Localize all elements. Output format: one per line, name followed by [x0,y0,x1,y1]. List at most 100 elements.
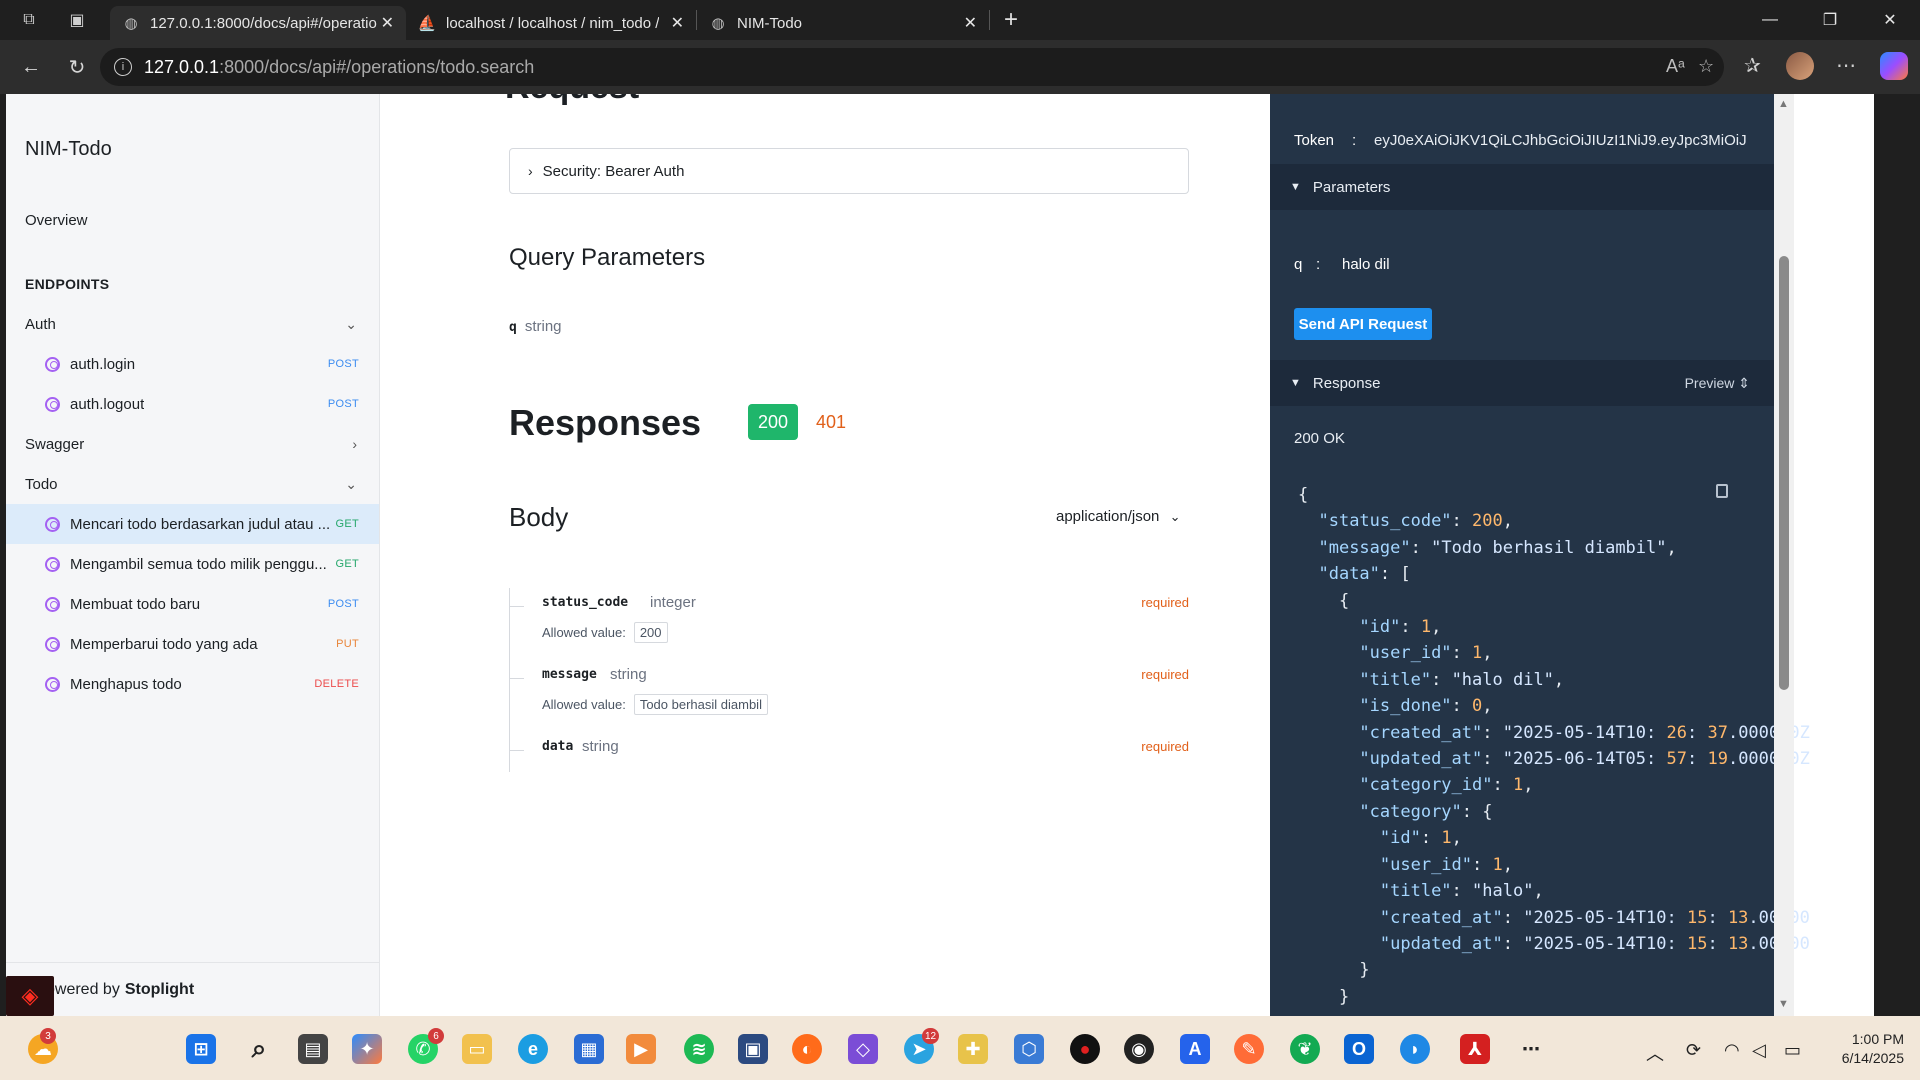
copilot-icon[interactable] [1880,52,1908,80]
globe-icon: ◍ [124,15,138,32]
firefox-icon[interactable]: ◐ [792,1034,822,1064]
parameters-header[interactable]: ▼ Parameters [1270,164,1774,210]
app-icon[interactable]: ✚ [958,1034,988,1064]
close-tab-icon[interactable]: ✕ [381,13,394,33]
copilot-taskbar-icon[interactable]: ✦ [352,1034,382,1064]
scroll-down-icon[interactable]: ▼ [1778,998,1789,1010]
json-line: "user_id": 1, [1379,854,1513,875]
outlook-icon[interactable]: O [1344,1034,1374,1064]
tab-api-docs[interactable]: ◍ 127.0.0.1:8000/docs/api#/operatio ✕ [110,6,406,40]
obs-icon[interactable]: ◉ [1124,1034,1154,1064]
wifi-icon[interactable]: ◠ [1724,1040,1740,1061]
sidebar-item-auth-login[interactable]: auth.login POST [6,344,379,384]
response-fields: status_code integer required Allowed val… [509,588,1189,772]
token-input[interactable]: eyJ0eXAiOiJKV1QiLCJhbGciOiJIUzI1NiJ9.eyJ… [1374,132,1754,149]
battery-icon[interactable]: ▭ [1784,1040,1801,1061]
extensions-icon[interactable]: ⋯ [1836,53,1856,78]
mongodb-icon[interactable]: ❦ [1290,1034,1320,1064]
operation-icon [45,516,60,532]
response-code-401-tab[interactable]: 401 [816,412,846,433]
media-player-icon[interactable]: ▶ [626,1034,656,1064]
url-field[interactable]: i 127.0.0.1:8000/docs/api#/operations/to… [100,48,1724,86]
phpmyadmin-icon: ⛵ [417,15,437,32]
profile-avatar[interactable] [1786,52,1814,80]
store-icon[interactable]: ▦ [574,1034,604,1064]
start-icon[interactable]: ⊞ [186,1034,216,1064]
laravel-debug-icon[interactable]: ◈ [6,976,54,1016]
mysql-workbench-icon[interactable]: ◗ [1400,1034,1430,1064]
method-badge: GET [335,518,359,530]
try-it-panel: Token: eyJ0eXAiOiJKV1QiLCJhbGciOiJIUzI1N… [1270,94,1810,1016]
response-code-200-tab[interactable]: 200 [748,404,798,440]
sidebar-group-auth[interactable]: Auth ⌄ [6,304,379,344]
tab-actions-icon[interactable]: ▣ [66,9,88,31]
favorites-icon[interactable]: ✰ [1744,53,1761,78]
info-icon[interactable]: i [114,58,132,76]
app-a-icon[interactable]: A [1180,1034,1210,1064]
allowed-value: Allowed value: 200 [542,622,668,643]
workspaces-icon[interactable]: ⧉ [18,9,40,31]
response-header[interactable]: ▼ Response Preview ⇕ [1270,360,1774,406]
json-line: "id": 1, [1359,617,1442,638]
param-q-input[interactable]: halo dil [1342,256,1390,273]
sidebar-item-todo-store[interactable]: Membuat todo baru POST [6,584,379,624]
spotify-icon[interactable]: ≋ [684,1034,714,1064]
operation-icon [45,636,60,652]
page-scrollbar[interactable]: ▲ ▼ [1774,94,1794,1016]
json-line: "updated_at": "2025-06-14T05: 57: 19.000… [1359,749,1810,770]
close-tab-icon[interactable]: ✕ [671,13,684,33]
edge-icon[interactable]: e [518,1034,548,1064]
sidebar-overview-link[interactable]: Overview [25,212,88,229]
record-icon[interactable]: ● [1070,1034,1100,1064]
acrobat-icon[interactable]: ⅄ [1460,1034,1490,1064]
task-view-icon[interactable]: ▤ [298,1034,328,1064]
file-explorer-icon[interactable]: ▭ [462,1034,492,1064]
sidebar-item-todo-delete[interactable]: Menghapus todo DELETE [6,664,379,704]
minimize-icon[interactable]: — [1740,0,1800,40]
window-controls: — ❐ ✕ [1740,0,1920,40]
more-apps-icon[interactable]: ⋯ [1516,1034,1546,1064]
weather-badge: 3 [40,1028,56,1044]
tab-nim-todo[interactable]: ◍ NIM-Todo ✕ [697,6,989,40]
sidebar-item-auth-logout[interactable]: auth.logout POST [6,384,379,424]
taskbar-clock[interactable]: 1:00 PM 6/14/2025 [1820,1030,1904,1068]
volume-icon[interactable]: ◁ [1752,1040,1766,1061]
restore-icon[interactable]: ❐ [1800,0,1860,40]
sidebar-group-todo[interactable]: Todo ⌄ [6,464,379,504]
scroll-up-icon[interactable]: ▲ [1778,98,1789,110]
visual-studio-icon[interactable]: ◇ [848,1034,878,1064]
search-icon[interactable]: ⌕ [244,1033,274,1064]
scrollbar-thumb[interactable] [1779,256,1789,690]
sidebar-group-swagger[interactable]: Swagger › [6,424,379,464]
sidebar: NIM-Todo Overview ENDPOINTS Auth ⌄ auth.… [6,94,380,1016]
security-bearer-auth-toggle[interactable]: › Security: Bearer Auth [509,148,1189,194]
content-type-select[interactable]: application/json ⌄ [1056,508,1180,525]
chevron-right-icon: › [352,436,357,452]
sync-icon[interactable]: ⟳ [1686,1040,1701,1061]
virtualbox-icon[interactable]: ▣ [738,1034,768,1064]
read-aloud-icon[interactable]: Aᵃ [1666,56,1685,77]
send-api-request-button[interactable]: Send API Request [1294,308,1432,340]
operation-icon [45,556,60,572]
favorite-star-icon[interactable]: ☆ [1698,56,1714,77]
caret-down-icon: ▼ [1290,181,1301,193]
tree-line [510,750,524,751]
sidebar-item-todo-update[interactable]: Memperbarui todo yang ada PUT [6,624,379,664]
sidebar-item-todo-search[interactable]: Mencari todo berdasarkan judul atau ... … [6,504,379,544]
tray-chevron-icon[interactable]: ︿ [1646,1040,1664,1066]
json-line: "title": "halo dil", [1359,669,1565,690]
close-window-icon[interactable]: ✕ [1860,0,1920,40]
preview-select[interactable]: Preview ⇕ [1685,375,1750,392]
back-icon[interactable]: ← [18,56,44,79]
postman-icon[interactable]: ✎ [1234,1034,1264,1064]
method-badge: GET [335,558,359,570]
powered-by-stoplight[interactable]: owered by Stoplight [6,962,379,1016]
json-line: "status_code": 200, [1318,511,1513,532]
chevron-down-icon: ⌄ [1169,509,1181,524]
app-hex-icon[interactable]: ⬡ [1014,1034,1044,1064]
close-tab-icon[interactable]: ✕ [964,13,977,33]
refresh-icon[interactable]: ↻ [64,55,90,80]
sidebar-item-todo-index[interactable]: Mengambil semua todo milik penggu... GET [6,544,379,584]
new-tab-icon[interactable]: + [1004,6,1018,34]
tab-phpmyadmin[interactable]: ⛵ localhost / localhost / nim_todo / ✕ [406,6,696,40]
